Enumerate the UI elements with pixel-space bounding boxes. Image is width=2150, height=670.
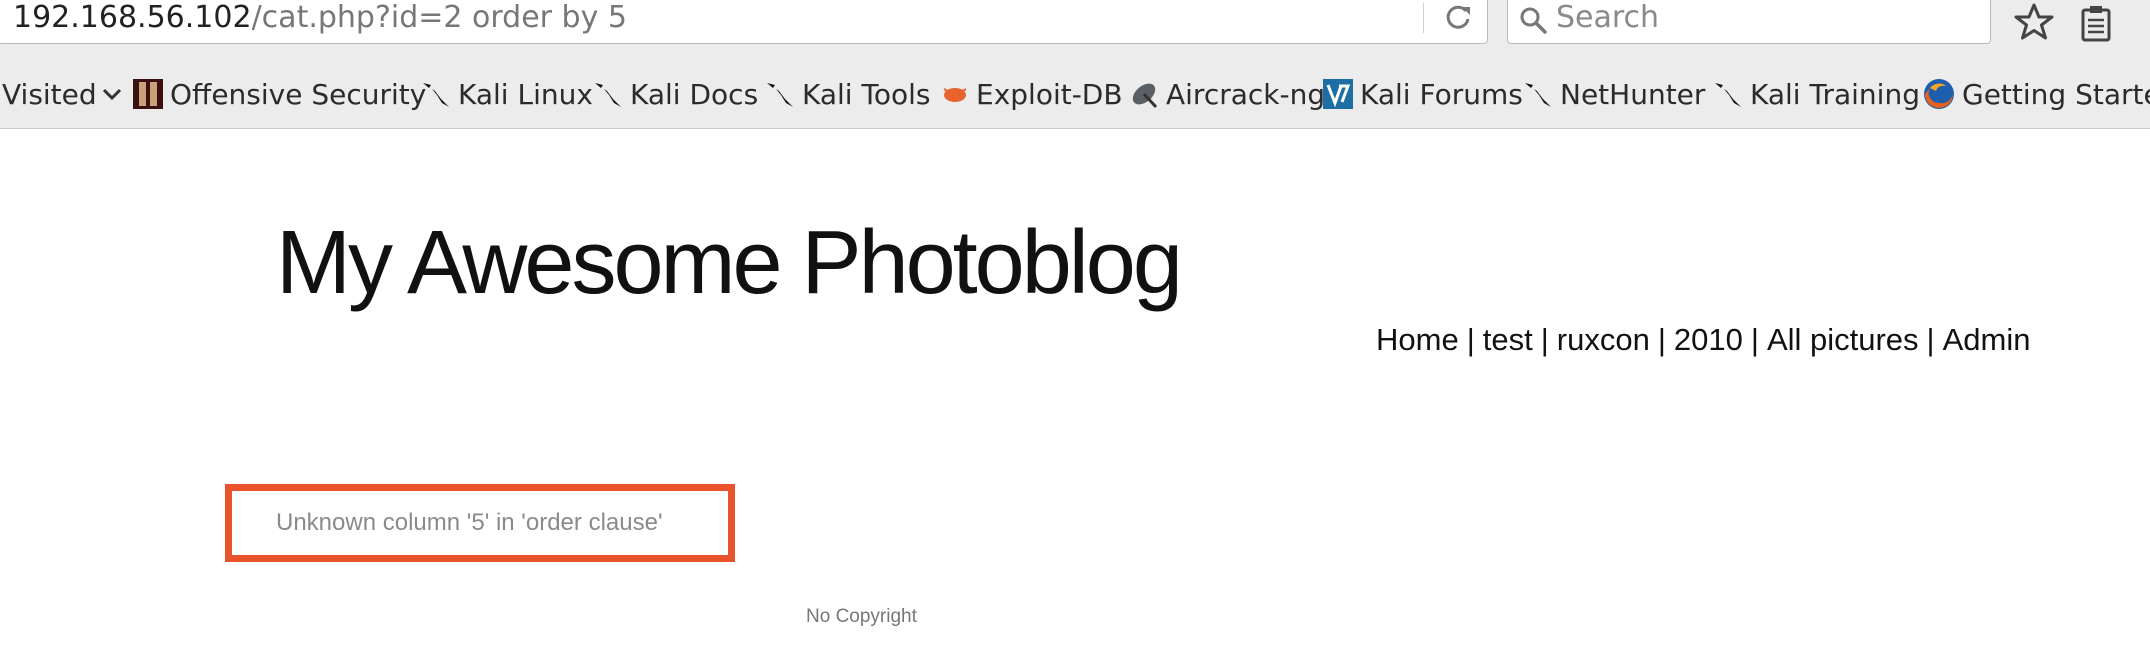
bookmark-label: Visited xyxy=(2,77,97,111)
browser-toolbar: 192.168.56.102/cat.php?id=2 order by 5 S… xyxy=(0,0,2150,129)
bookmark-kali-linux[interactable]: Kali Linux xyxy=(420,70,593,118)
firefox-icon xyxy=(1924,79,1954,109)
nav-separator: | xyxy=(1540,322,1549,357)
bookmark-label: Kali Tools xyxy=(802,77,931,111)
aircrack-antenna-icon xyxy=(1132,83,1158,109)
exploit-db-bug-icon xyxy=(943,88,967,102)
url-bar[interactable]: 192.168.56.102/cat.php?id=2 order by 5 xyxy=(0,0,1488,44)
bookmark-label: Getting Started xyxy=(1962,77,2150,111)
nav-separator: | xyxy=(1750,322,1759,357)
bookmark-kali-forums[interactable]: Kali Forums xyxy=(1322,70,1523,118)
bookmark-star-icon[interactable] xyxy=(2014,2,2054,42)
bookmark-kali-docs[interactable]: Kali Docs xyxy=(592,70,758,118)
nav-separator: | xyxy=(1926,322,1935,357)
search-icon xyxy=(1520,7,1547,34)
bookmark-exploit-db[interactable]: Exploit-DB xyxy=(940,70,1123,118)
url-text[interactable]: 192.168.56.102/cat.php?id=2 order by 5 xyxy=(13,1,627,35)
nav-link-all-pictures[interactable]: All pictures xyxy=(1767,322,1919,357)
kali-dragon-icon xyxy=(595,83,621,107)
kali-dragon-icon xyxy=(1525,83,1551,107)
bookmark-label: Kali Forums xyxy=(1360,77,1523,111)
blog-title: My Awesome Photoblog xyxy=(276,213,1183,313)
nav-separator: | xyxy=(1466,322,1475,357)
bookmark-label: NetHunter xyxy=(1560,77,1706,111)
bookmark-nethunter[interactable]: NetHunter xyxy=(1522,70,1705,118)
kali-dragon-icon xyxy=(767,83,793,107)
kali-dragon-icon xyxy=(423,83,449,107)
bookmark-offensive-security[interactable]: Offensive Security xyxy=(132,70,426,118)
bookmark-aircrack-ng[interactable]: Aircrack-ng xyxy=(1128,70,1325,118)
url-separator xyxy=(1423,3,1424,33)
main-nav: Home | test | ruxcon | 2010 | All pictures | Admin xyxy=(1376,320,2030,360)
search-bar[interactable]: Search xyxy=(1507,0,1991,44)
nav-link-test[interactable]: test xyxy=(1483,322,1533,357)
bookmark-kali-training[interactable]: Kali Training xyxy=(1712,70,1920,118)
search-placeholder: Search xyxy=(1556,0,1660,35)
bookmark-label: Kali Docs xyxy=(630,77,759,111)
nav-link-home[interactable]: Home xyxy=(1376,322,1459,357)
nav-link-ruxcon[interactable]: ruxcon xyxy=(1557,322,1650,357)
offensive-security-logo-icon xyxy=(133,79,163,109)
kali-forums-icon xyxy=(1323,79,1353,109)
kali-dragon-icon xyxy=(1715,83,1741,107)
bookmark-label: Offensive Security xyxy=(170,77,427,111)
bookmark-label: Kali Linux xyxy=(458,77,593,111)
reload-icon[interactable] xyxy=(1441,0,1475,35)
chevron-down-icon xyxy=(102,88,121,101)
bookmark-label: Exploit-DB xyxy=(976,77,1123,111)
url-path: /cat.php?id=2 order by 5 xyxy=(251,0,627,35)
bookmark-label: Aircrack-ng xyxy=(1166,77,1326,111)
nav-separator: | xyxy=(1657,322,1666,357)
nav-link-admin[interactable]: Admin xyxy=(1943,322,2031,357)
clipboard-icon[interactable] xyxy=(2078,4,2114,42)
bookmark-getting-started[interactable]: Getting Started xyxy=(1922,70,2150,118)
footer-copyright: No Copyright xyxy=(806,606,917,627)
nav-link-2010[interactable]: 2010 xyxy=(1674,322,1743,357)
bookmark-kali-tools[interactable]: Kali Tools xyxy=(764,70,930,118)
bookmark-label: Kali Training xyxy=(1750,77,1920,111)
url-host: 192.168.56.102 xyxy=(13,0,252,35)
sql-error-message: Unknown column '5' in 'order clause' xyxy=(276,509,663,536)
bookmark-visited[interactable]: Visited xyxy=(2,70,123,118)
